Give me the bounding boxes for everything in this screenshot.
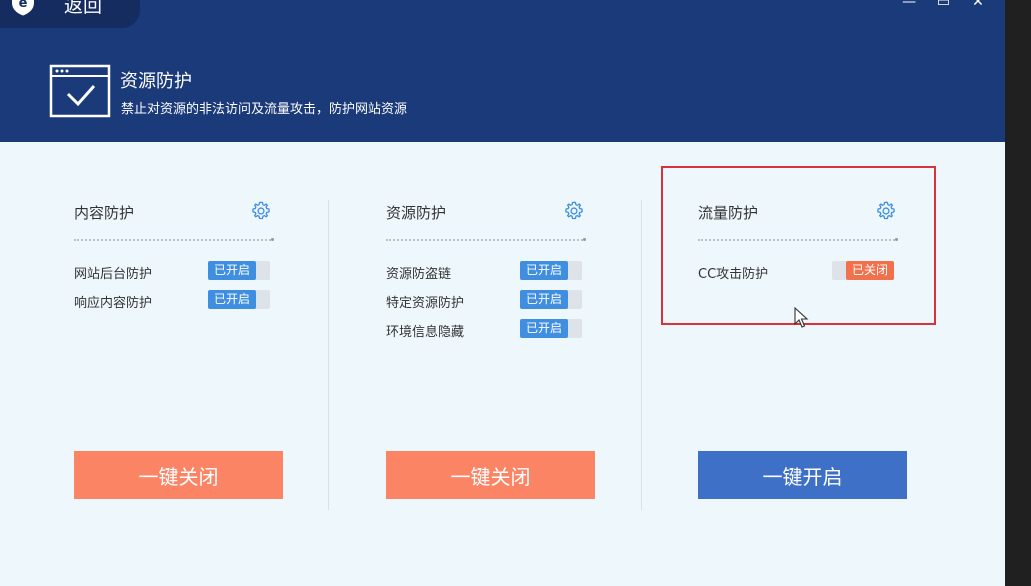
status-badge: 已开启: [208, 290, 256, 309]
gear-icon[interactable]: [250, 200, 272, 222]
status-badge: 已开启: [520, 290, 568, 309]
status-toggle[interactable]: 已开启: [520, 290, 582, 309]
divider: [386, 238, 586, 241]
screen-edge: [1005, 0, 1031, 586]
minimize-button[interactable]: —: [894, 0, 924, 10]
disable-all-button[interactable]: 一键关闭: [74, 451, 283, 499]
column-divider: [328, 200, 329, 510]
app-window: e 返回 — ▭ ✕ 资源防护 禁止对资源的非法访问及流量攻击，防护网站资源 内…: [0, 0, 1005, 586]
item-label: 网站后台防护: [74, 267, 153, 282]
back-label: 返回: [64, 0, 103, 17]
status-toggle[interactable]: 已开启: [208, 261, 270, 280]
shield-logo-icon: e: [12, 0, 34, 16]
highlight-box: [661, 166, 936, 325]
svg-text:e: e: [19, 0, 28, 11]
item-label: 特定资源防护: [386, 296, 465, 311]
back-button[interactable]: e 返回: [0, 0, 140, 28]
status-toggle[interactable]: 已开启: [520, 319, 582, 338]
item-label: 响应内容防护: [74, 296, 153, 311]
status-toggle[interactable]: 已开启: [520, 261, 582, 280]
enable-all-button[interactable]: 一键开启: [698, 451, 907, 499]
status-toggle[interactable]: 已开启: [208, 290, 270, 309]
status-badge: 已开启: [520, 261, 568, 280]
item-label: 环境信息隐藏: [386, 325, 465, 340]
item-label: 资源防盗链: [386, 267, 452, 282]
page-title: 资源防护: [120, 71, 192, 92]
mouse-pointer-icon: [794, 307, 809, 328]
column-divider: [641, 200, 642, 510]
status-badge: 已开启: [520, 319, 568, 338]
status-badge: 已开启: [208, 261, 256, 280]
gear-icon[interactable]: [563, 200, 585, 222]
maximize-button[interactable]: ▭: [929, 0, 959, 10]
card-title: 内容防护: [74, 204, 135, 222]
page-subtitle: 禁止对资源的非法访问及流量攻击，防护网站资源: [121, 102, 408, 117]
card-title: 资源防护: [386, 204, 447, 222]
close-button[interactable]: ✕: [963, 0, 993, 10]
header-banner: e 返回 — ▭ ✕ 资源防护 禁止对资源的非法访问及流量攻击，防护网站资源: [0, 0, 1005, 142]
browser-check-icon: [49, 64, 111, 118]
divider: [74, 238, 274, 241]
disable-all-button[interactable]: 一键关闭: [386, 451, 595, 499]
window-controls: — ▭ ✕: [894, 0, 993, 10]
